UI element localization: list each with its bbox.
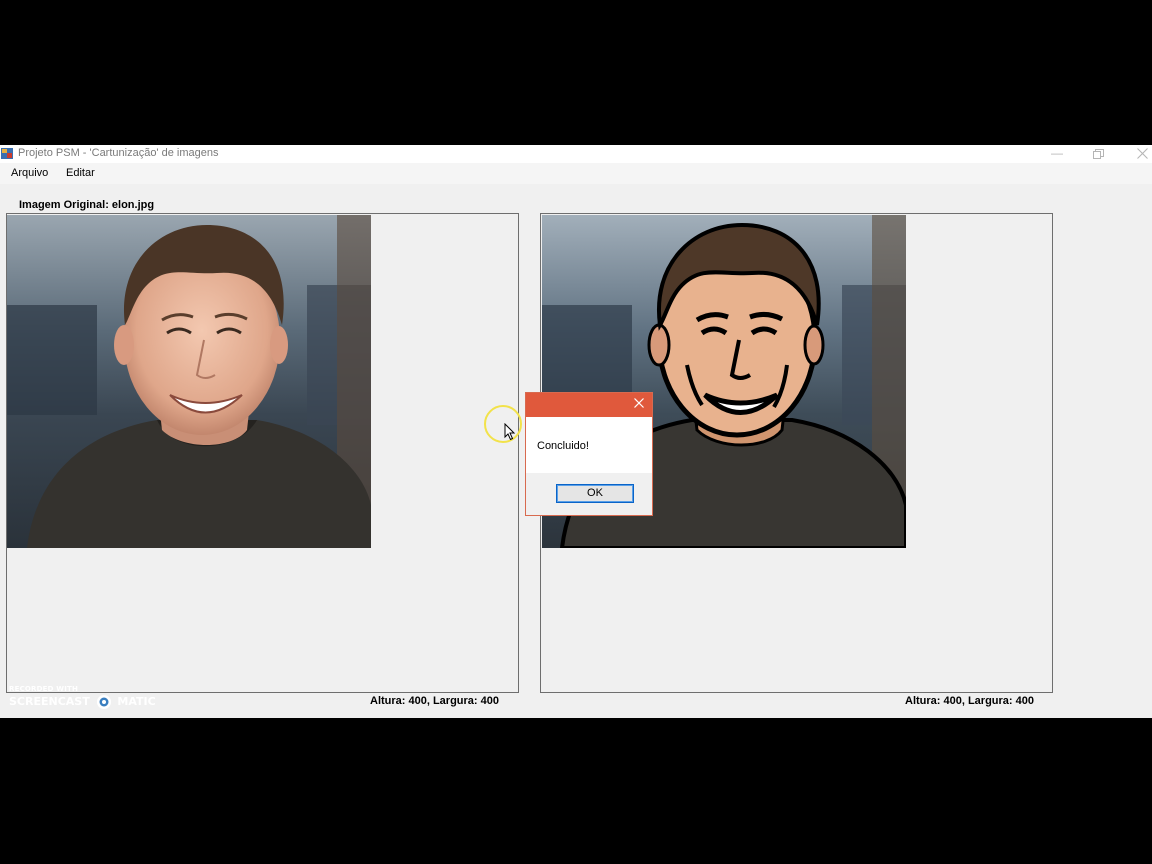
close-icon [634,398,644,408]
title-bar[interactable]: Projeto PSM - 'Cartunização' de imagens … [0,145,1152,163]
original-image-panel [6,213,519,693]
window-title: Projeto PSM - 'Cartunização' de imagens [18,147,219,159]
dialog-footer: OK [526,473,652,515]
maximize-icon [1092,149,1104,159]
watermark-recorded-with: RECORDED WITH [9,685,79,693]
ok-button[interactable]: OK [556,484,634,503]
minimize-button[interactable]: — [1042,145,1072,163]
cartoonized-image-dimensions: Altura: 400, Largura: 400 [905,695,1034,707]
dialog-message: Concluido! [537,440,589,452]
cursor-highlight [484,405,522,443]
screencast-watermark: RECORDED WITH SCREENCAST MATIC [9,685,156,709]
app-window: Projeto PSM - 'Cartunização' de imagens … [0,145,1152,718]
maximize-button[interactable] [1083,145,1113,163]
mouse-cursor-icon [504,423,516,441]
menu-bar: Arquivo Editar [0,163,1152,184]
original-image-dimensions: Altura: 400, Largura: 400 [370,695,499,707]
message-dialog: Concluido! OK [525,392,653,516]
app-icon [1,148,13,159]
close-button[interactable] [1127,145,1152,163]
close-icon [1136,148,1148,159]
original-portrait-image [7,215,371,548]
watermark-matic: MATIC [117,695,156,708]
watermark-screencast: SCREENCAST [9,695,90,708]
record-icon [96,695,111,709]
menu-editar[interactable]: Editar [66,167,95,179]
original-image-caption: Imagem Original: elon.jpg [19,199,155,211]
dialog-title-bar[interactable] [526,393,652,417]
minimize-icon: — [1051,146,1063,160]
dialog-close-button[interactable] [634,397,644,411]
menu-arquivo[interactable]: Arquivo [11,167,48,179]
